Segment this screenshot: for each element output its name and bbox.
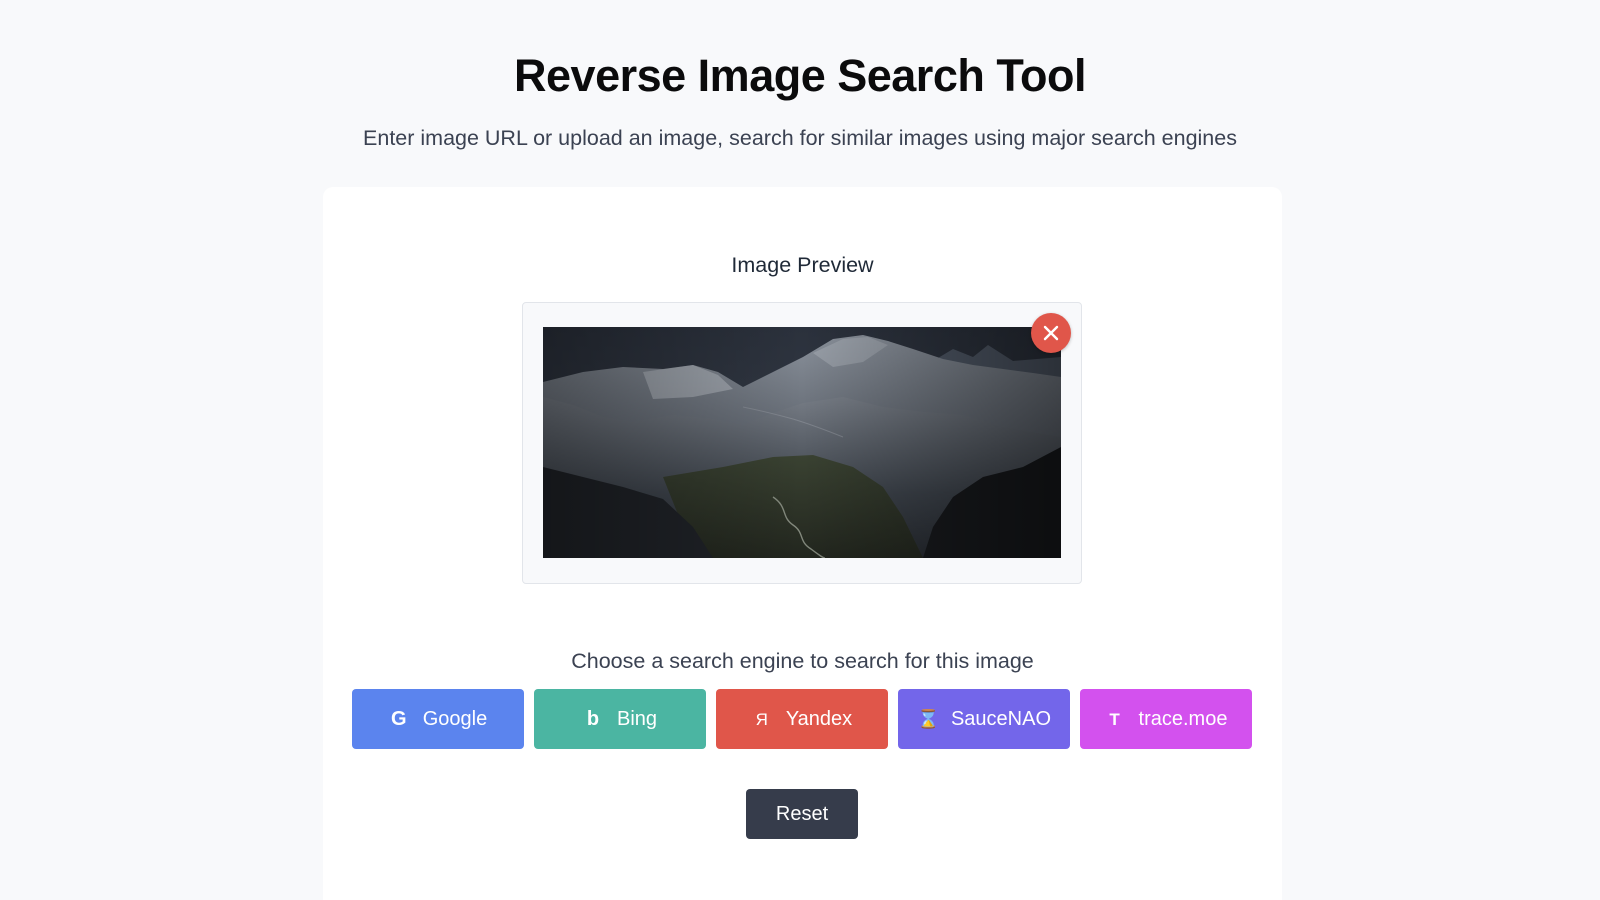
remove-image-button[interactable] — [1031, 313, 1071, 353]
yandex-search-button[interactable]: Я Yandex — [716, 689, 888, 749]
preview-heading: Image Preview — [731, 253, 874, 277]
engine-prompt: Choose a search engine to search for thi… — [571, 649, 1034, 673]
reset-button[interactable]: Reset — [746, 789, 858, 839]
trace-moe-icon: T — [1109, 709, 1120, 729]
preview-image — [543, 327, 1061, 558]
saucenao-search-button[interactable]: ⌛ SauceNAO — [898, 689, 1070, 749]
page-subtitle: Enter image URL or upload an image, sear… — [363, 126, 1237, 150]
search-card: Image Preview Choose a search engine to … — [323, 187, 1282, 900]
tracemoe-search-button[interactable]: T trace.moe — [1080, 689, 1252, 749]
engine-label: trace.moe — [1138, 707, 1228, 730]
engine-label: Yandex — [785, 707, 853, 730]
engine-label: Bing — [616, 707, 658, 730]
google-search-button[interactable]: G Google — [352, 689, 524, 749]
google-icon: G — [390, 708, 407, 730]
bing-search-button[interactable]: b Bing — [534, 689, 706, 749]
search-engine-buttons: G Google b Bing Я Yandex ⌛ SauceNAO T tr… — [352, 689, 1254, 749]
page: Reverse Image Search Tool Enter image UR… — [0, 0, 1600, 900]
engine-label: Google — [422, 707, 488, 730]
hourglass-icon: ⌛ — [916, 709, 940, 729]
yandex-icon: Я — [755, 709, 768, 729]
page-title: Reverse Image Search Tool — [514, 50, 1086, 101]
close-icon — [1043, 325, 1059, 341]
engine-label: SauceNAO — [950, 707, 1052, 730]
image-preview-container — [522, 302, 1082, 584]
bing-icon: b — [586, 708, 600, 730]
